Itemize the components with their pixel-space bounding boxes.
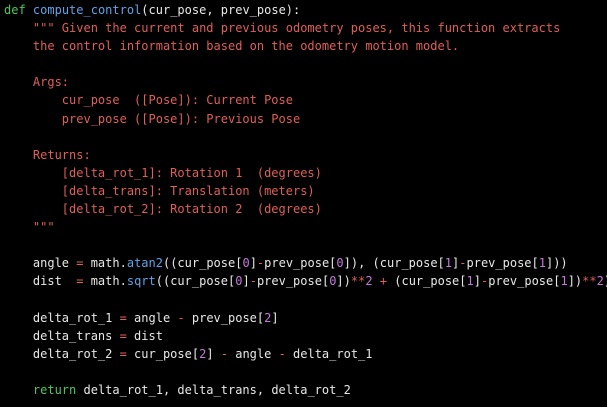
code-line[interactable]: cur_pose ([Pose]): Current Pose: [4, 91, 607, 109]
code-token-str: [delta_trans]: Translation (meters): [4, 183, 315, 198]
code-line[interactable]: [delta_rot_2]: Rotation 2 (degrees): [4, 200, 607, 218]
code-token-text: prev_pose[: [256, 274, 330, 289]
code-token-op: -: [278, 346, 286, 361]
code-token-text: ]: [271, 310, 279, 325]
code-token-text: math.: [83, 256, 127, 271]
code-token-builtin: sqrt: [126, 274, 156, 289]
code-token-text: angle: [4, 256, 77, 271]
code-token-num: 2: [365, 274, 373, 289]
code-token-num: 2: [596, 274, 604, 289]
code-token-str: cur_pose ([Pose]): Current Pose: [4, 93, 293, 108]
code-token-kw: return: [32, 382, 77, 397]
code-token-op: =: [119, 310, 127, 325]
code-token-text: prev_pose[: [184, 310, 265, 325]
code-token-op: **: [350, 274, 366, 289]
code-token-text: ]: [206, 346, 221, 361]
code-token-text: delta_rot_1: [285, 346, 373, 361]
code-line[interactable]: return delta_rot_1, delta_trans, delta_r…: [4, 381, 607, 399]
code-token-num: 1: [538, 256, 546, 271]
code-token-text: angle: [228, 346, 279, 361]
code-token-num: 1: [466, 274, 474, 289]
code-token-text: ]), (cur_pose[: [343, 256, 445, 271]
code-editor[interactable]: def compute_control(cur_pose, prev_pose)…: [0, 0, 607, 407]
code-token-text: prev_pose[: [466, 256, 539, 271]
code-token-op: **: [582, 274, 597, 289]
code-token-str: """ Given the current and previous odome…: [4, 21, 561, 36]
code-token-text: (cur_pose, prev_pose):: [141, 3, 301, 17]
code-token-text: math.: [83, 274, 127, 289]
code-token-str: Args:: [4, 75, 70, 90]
code-token-text: (cur_pose[: [387, 274, 467, 289]
code-line[interactable]: def compute_control(cur_pose, prev_pose)…: [4, 1, 607, 19]
code-token-text: angle: [126, 310, 178, 325]
code-token-str: [delta_rot_2]: Rotation 2 (degrees): [4, 202, 322, 217]
code-line[interactable]: delta_rot_2 = cur_pose[2] - angle - delt…: [4, 345, 607, 363]
code-line[interactable]: delta_rot_1 = angle - prev_pose[2]: [4, 309, 607, 327]
code-line[interactable]: Args:: [4, 73, 607, 91]
code-token-str: prev_pose ([Pose]): Previous Pose: [4, 111, 301, 126]
code-line[interactable]: [delta_trans]: Translation (meters): [4, 182, 607, 200]
code-token-text: ]): [567, 274, 583, 289]
code-token-text: ((cur_pose[: [162, 256, 243, 271]
code-line[interactable]: [4, 128, 607, 146]
code-line[interactable]: delta_trans = dist: [4, 327, 607, 345]
code-token-text: ]): [336, 274, 351, 289]
code-token-num: 1: [444, 256, 453, 271]
code-token-text: delta_rot_2: [4, 346, 120, 361]
code-token-text: ((cur_pose[: [155, 274, 236, 289]
code-line[interactable]: the control information based on the odo…: [4, 37, 607, 55]
code-token-str: [delta_rot_1]: Rotation 1 (degrees): [4, 165, 322, 180]
code-token-text: delta_trans: [4, 328, 120, 343]
code-line[interactable]: """ Given the current and previous odome…: [4, 19, 607, 37]
code-token-str: the control information based on the odo…: [4, 39, 460, 54]
code-token-text: ]: [242, 274, 250, 289]
code-line[interactable]: Returns:: [4, 146, 607, 164]
code-token-text: ]: [473, 274, 481, 289]
code-token-op: =: [119, 346, 127, 361]
code-token-text: cur_pose[: [126, 346, 200, 361]
code-token-builtin: atan2: [126, 256, 163, 271]
code-token-str: Returns:: [4, 147, 91, 162]
code-line[interactable]: [4, 55, 607, 73]
code-token-fn: compute_control: [32, 3, 142, 17]
code-token-op: -: [177, 310, 185, 325]
code-token-text: delta_rot_1: [4, 310, 120, 325]
code-token-str: """: [4, 220, 55, 235]
code-token-op: -: [249, 274, 257, 289]
code-token-text: ]: [249, 256, 257, 271]
code-token-op: +: [379, 274, 388, 289]
code-token-op: =: [119, 328, 127, 343]
code-line[interactable]: [4, 363, 607, 381]
code-token-num: 1: [560, 274, 568, 289]
code-line[interactable]: [4, 236, 607, 254]
code-token-op: -: [459, 256, 467, 271]
code-line[interactable]: """: [4, 218, 607, 236]
code-area[interactable]: def compute_control(cur_pose, prev_pose)…: [4, 1, 607, 399]
code-line[interactable]: dist = math.sqrt((cur_pose[0]-prev_pose[…: [4, 272, 607, 290]
code-token-text: dist: [4, 274, 77, 289]
code-line[interactable]: angle = math.atan2((cur_pose[0]-prev_pos…: [4, 254, 607, 272]
code-token-kw: def: [4, 3, 26, 17]
code-line[interactable]: [4, 291, 607, 309]
code-token-text: ])): [545, 256, 568, 271]
code-line[interactable]: prev_pose ([Pose]): Previous Pose: [4, 110, 607, 128]
code-token-num: 0: [336, 256, 344, 271]
code-token-text: prev_pose[: [264, 256, 337, 271]
code-token-op: -: [220, 346, 228, 361]
code-token-text: delta_rot_1, delta_trans, delta_rot_2: [76, 382, 351, 397]
code-token-num: 0: [242, 256, 250, 271]
code-line[interactable]: [delta_rot_1]: Rotation 1 (degrees): [4, 164, 607, 182]
code-token-text: dist: [126, 328, 163, 343]
code-token-text: prev_pose[: [488, 274, 561, 289]
